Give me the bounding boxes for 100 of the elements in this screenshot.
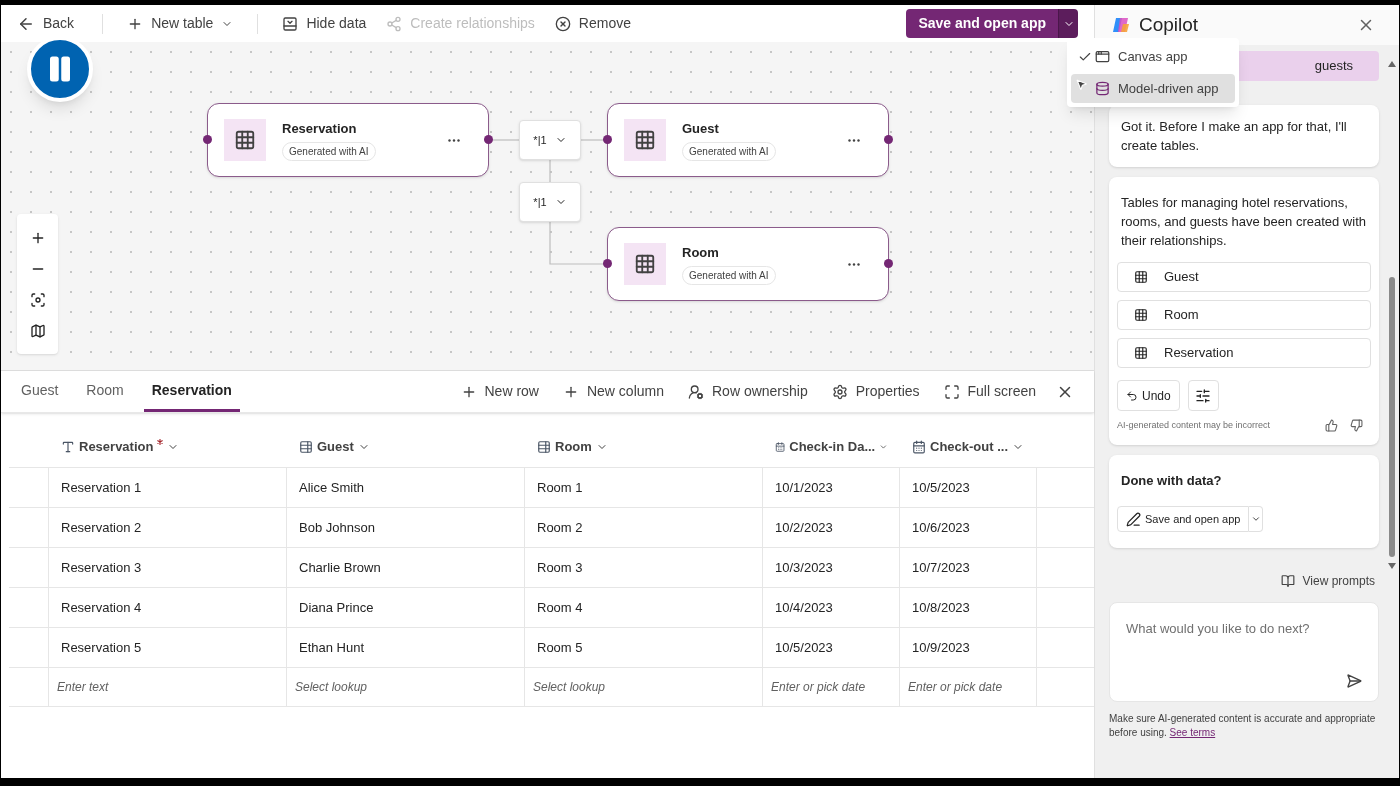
fit-view-icon[interactable] [29, 291, 46, 308]
more-options-icon[interactable] [448, 138, 460, 142]
table-cell: Room 3 [525, 548, 763, 587]
relationship-chip[interactable]: *|1 [519, 182, 581, 222]
footer-note: Make sure AI-generated content is accurate and appropriate before using. See terms [1109, 712, 1377, 740]
expand-icon [943, 383, 960, 400]
table-cell: Room 2 [525, 508, 763, 547]
table-icon [1134, 308, 1148, 322]
view-prompts-button[interactable]: View prompts [1280, 572, 1375, 590]
table-link-button[interactable]: Room [1117, 300, 1371, 330]
table-cell: Reservation 3 [49, 548, 287, 587]
save-and-open-app-button[interactable]: Save and open app [1117, 506, 1250, 532]
lookup-icon [299, 440, 313, 454]
table-cell: Ethan Hunt [287, 628, 525, 667]
calendar-icon [912, 440, 926, 454]
mouse-pointer-icon [1075, 78, 1088, 91]
node-title: Room [682, 243, 720, 262]
thumbs-down-icon[interactable] [1350, 419, 1363, 433]
new-row-field[interactable]: Enter or pick date [763, 668, 900, 706]
column-header[interactable]: Guest [287, 427, 525, 467]
see-terms-link[interactable]: See terms [1169, 727, 1216, 738]
undo-button[interactable]: Undo [1117, 380, 1180, 411]
caret-icon [1250, 514, 1261, 524]
map-icon[interactable] [29, 322, 46, 339]
save-options-button[interactable] [1058, 9, 1078, 38]
table-cell: 10/9/2023 [900, 628, 1037, 667]
table-link-button[interactable]: Guest [1117, 262, 1371, 292]
person-icon [688, 383, 704, 400]
close-circle-icon [554, 15, 571, 32]
table-cell: Bob Johnson [287, 508, 525, 547]
toolbar-button[interactable]: New table [119, 8, 242, 39]
database-icon [1095, 81, 1110, 96]
table-cell: Room 4 [525, 588, 763, 627]
more-options-icon[interactable] [848, 262, 860, 266]
text-type-icon [61, 440, 75, 454]
table-cell: 10/3/2023 [763, 548, 900, 587]
card-title: Done with data? [1120, 471, 1223, 490]
prompt-input[interactable]: What would you like to do next? [1109, 602, 1379, 702]
panel-action-button[interactable]: New row [448, 381, 551, 402]
window-icon [1095, 49, 1110, 64]
table-cell: 10/4/2023 [763, 588, 900, 627]
lookup-icon [537, 440, 551, 454]
nodes-icon [386, 15, 403, 32]
table-cell: Charlie Brown [287, 548, 525, 587]
table-cell: Reservation 5 [49, 628, 287, 667]
table-link-button[interactable]: Reservation [1117, 338, 1371, 368]
table-cell: 10/2/2023 [763, 508, 900, 547]
thumbs-up-icon[interactable] [1325, 419, 1338, 433]
table-icon [1134, 270, 1148, 284]
back-button[interactable]: Back [17, 13, 75, 34]
assistant-message: Tables for managing hotel reservations, rooms, and guests have been created with their relationships. [1120, 194, 1367, 250]
pen-icon [1126, 511, 1141, 527]
column-header[interactable]: Reservation [49, 427, 287, 467]
send-icon[interactable] [1346, 673, 1362, 689]
table-cell: 10/5/2023 [900, 468, 1037, 507]
table-cell: 10/6/2023 [900, 508, 1037, 547]
column-header[interactable]: Room [525, 427, 763, 467]
table-cell: Room 5 [525, 628, 763, 667]
tray-icon [282, 15, 299, 32]
table-cell: 10/1/2023 [763, 468, 900, 507]
new-row-field[interactable]: Enter or pick date [900, 668, 1037, 706]
adjust-button[interactable] [1187, 380, 1219, 411]
panel-title: Copilot [1139, 12, 1199, 37]
column-header[interactable]: Check-out ... [900, 427, 1037, 467]
new-row-field[interactable]: Select lookup [287, 668, 525, 706]
book-icon [1280, 574, 1295, 588]
table-cell: 10/5/2023 [763, 628, 900, 667]
table-cell: Alice Smith [287, 468, 525, 507]
table-cell: Reservation 2 [49, 508, 287, 547]
toolbar-button[interactable]: Hide data [274, 8, 375, 39]
relationship-chip[interactable]: *|1 [519, 120, 581, 160]
new-row-field[interactable]: Select lookup [525, 668, 763, 706]
menu-item[interactable]: Model-driven app [1071, 74, 1235, 103]
undo-icon [1126, 389, 1138, 402]
disclaimer-text: AI-generated content may be incorrect [1117, 419, 1271, 432]
toolbar-button[interactable]: Remove [546, 8, 639, 39]
panel-action-button[interactable]: Full screen [931, 381, 1048, 402]
table-icon [1134, 346, 1148, 360]
table-cell: Reservation 4 [49, 588, 287, 627]
column-header[interactable]: Check-in Da... [763, 427, 900, 467]
table-tab[interactable]: Reservation [143, 371, 240, 412]
table-cell: 10/8/2023 [900, 588, 1037, 627]
scroll-down-icon[interactable] [1388, 563, 1396, 569]
panel-action-button[interactable]: Row ownership [676, 381, 820, 402]
table-tab[interactable]: Guest [13, 371, 67, 412]
table-tab[interactable]: Room [78, 371, 132, 412]
assistant-message: Got it. Before I make an app for that, I'll create tables. [1109, 105, 1379, 167]
panel-action-button[interactable]: New column [550, 381, 676, 402]
more-options-icon[interactable] [848, 138, 860, 142]
gear-icon [831, 383, 848, 400]
table-cell: Room 1 [525, 468, 763, 507]
copilot-logo-icon [1111, 15, 1131, 35]
new-row-field[interactable]: Enter text [49, 668, 287, 706]
save-and-open-app-button[interactable]: Save and open app [906, 9, 1058, 38]
table-cell: Reservation 1 [49, 468, 287, 507]
scroll-up-icon[interactable] [1388, 61, 1396, 67]
table-icon [624, 119, 666, 161]
panel-action-button[interactable]: Properties [819, 381, 932, 402]
table-cell: Diana Prince [287, 588, 525, 627]
connector-line [549, 159, 551, 183]
